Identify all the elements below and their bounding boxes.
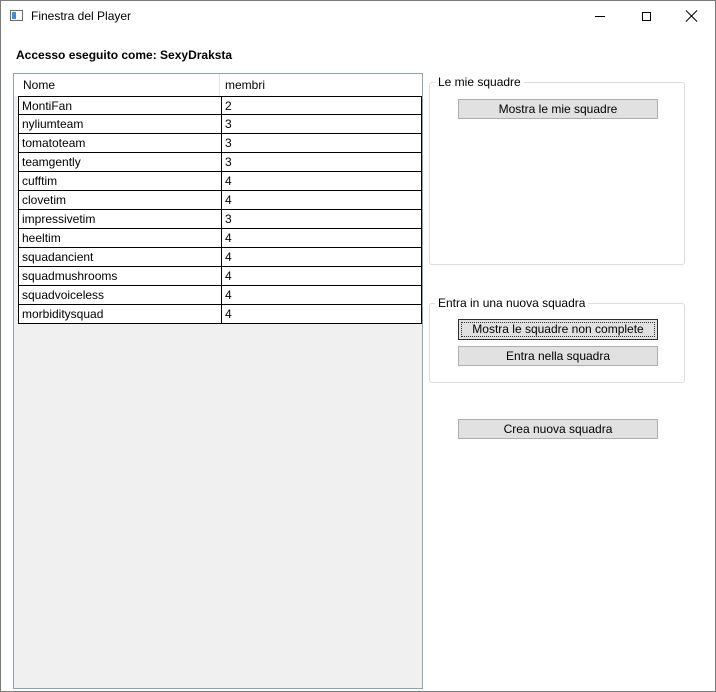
maximize-button[interactable] — [623, 1, 669, 31]
window-app-icon — [10, 10, 23, 21]
cell-team-name[interactable]: MontiFan — [18, 96, 221, 115]
table-row[interactable]: nyliumteam 3 — [18, 115, 422, 134]
window-title: Finestra del Player — [31, 9, 132, 23]
cell-team-members[interactable]: 4 — [221, 191, 422, 210]
focus-ring — [461, 322, 655, 337]
table-header: Nome membri — [14, 74, 422, 96]
cell-team-members[interactable]: 3 — [221, 210, 422, 229]
cell-team-members[interactable]: 4 — [221, 267, 422, 286]
cell-team-name[interactable]: squadancient — [18, 248, 221, 267]
table-row[interactable]: MontiFan 2 — [18, 96, 422, 115]
cell-team-members[interactable]: 3 — [221, 134, 422, 153]
table-row[interactable]: teamgently 3 — [18, 153, 422, 172]
cell-team-name[interactable]: squadvoiceless — [18, 286, 221, 305]
column-header-name[interactable]: Nome — [14, 74, 220, 96]
cell-team-name[interactable]: cufftim — [18, 172, 221, 191]
show-my-teams-button[interactable]: Mostra le mie squadre — [458, 99, 658, 119]
table-row[interactable]: squadancient 4 — [18, 248, 422, 267]
table-row[interactable]: morbiditysquad 4 — [18, 305, 422, 324]
join-team-group-label: Entra in una nuova squadra — [435, 296, 589, 310]
cell-team-members[interactable]: 4 — [221, 172, 422, 191]
cell-team-name[interactable]: squadmushrooms — [18, 267, 221, 286]
table-row[interactable]: squadmushrooms 4 — [18, 267, 422, 286]
my-teams-group-label: Le mie squadre — [435, 75, 524, 89]
table-row[interactable]: squadvoiceless 4 — [18, 286, 422, 305]
cell-team-members[interactable]: 3 — [221, 153, 422, 172]
cell-team-name[interactable]: clovetim — [18, 191, 221, 210]
cell-team-members[interactable]: 3 — [221, 115, 422, 134]
teams-table[interactable]: Nome membri MontiFan 2 nyliumteam 3 tomatote… — [13, 73, 423, 689]
table-body: MontiFan 2 nyliumteam 3 tomatoteam 3 teamgentl… — [18, 96, 422, 324]
maximize-icon — [641, 11, 651, 21]
join-team-group: Entra in una nuova squadra — [429, 296, 685, 383]
cell-team-name[interactable]: teamgently — [18, 153, 221, 172]
show-incomplete-teams-button[interactable]: Mostra le squadre non complete — [458, 319, 658, 340]
create-team-button[interactable]: Crea nuova squadra — [458, 419, 658, 439]
cell-team-name[interactable]: impressivetim — [18, 210, 221, 229]
cell-team-name[interactable]: morbiditysquad — [18, 305, 221, 324]
table-row[interactable]: heeltim 4 — [18, 229, 422, 248]
logged-in-label: Accesso eseguito come: SexyDraksta — [16, 48, 233, 62]
title-bar[interactable]: Finestra del Player — [1, 1, 715, 31]
table-row[interactable]: tomatoteam 3 — [18, 134, 422, 153]
close-icon — [686, 10, 698, 22]
table-row[interactable]: impressivetim 3 — [18, 210, 422, 229]
player-window: Finestra del Player Accesso eseguito com… — [0, 0, 716, 692]
cell-team-members[interactable]: 4 — [221, 286, 422, 305]
cell-team-members[interactable]: 4 — [221, 248, 422, 267]
close-button[interactable] — [669, 1, 715, 31]
cell-team-members[interactable]: 2 — [221, 96, 422, 115]
cell-team-name[interactable]: nyliumteam — [18, 115, 221, 134]
cell-team-name[interactable]: heeltim — [18, 229, 221, 248]
join-team-button[interactable]: Entra nella squadra — [458, 346, 658, 366]
minimize-button[interactable] — [577, 1, 623, 31]
cell-team-name[interactable]: tomatoteam — [18, 134, 221, 153]
cell-team-members[interactable]: 4 — [221, 305, 422, 324]
column-header-members[interactable]: membri — [220, 74, 422, 96]
table-row[interactable]: clovetim 4 — [18, 191, 422, 210]
cell-team-members[interactable]: 4 — [221, 229, 422, 248]
minimize-icon — [595, 15, 605, 17]
table-row[interactable]: cufftim 4 — [18, 172, 422, 191]
